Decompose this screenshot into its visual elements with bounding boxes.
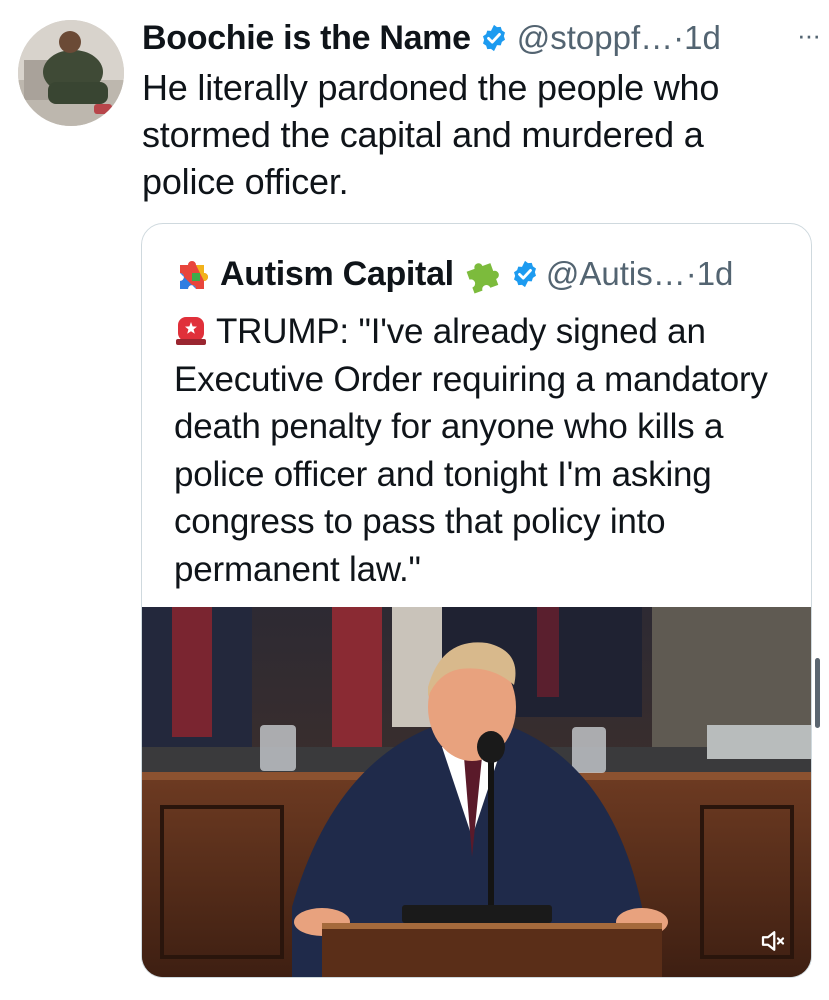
rainbow-puzzle-icon	[174, 255, 212, 293]
tweet-text: He literally pardoned the people who sto…	[142, 67, 720, 202]
timestamp[interactable]: ·1d	[673, 19, 721, 57]
video-frame	[142, 607, 811, 977]
handle[interactable]: @stoppf…	[517, 19, 673, 57]
verified-badge-icon	[510, 259, 540, 289]
more-icon[interactable]: ···	[797, 20, 821, 51]
green-puzzle-icon	[462, 254, 502, 294]
quote-header: Autism Capital @Autis… ·1d	[174, 252, 794, 296]
scrollbar[interactable]	[815, 658, 820, 728]
quote-text-block: TRUMP: "I've already signed an Executive…	[174, 308, 799, 593]
display-name[interactable]: Boochie is the Name	[142, 19, 471, 58]
verified-badge-icon	[479, 23, 509, 53]
tweet-header: Boochie is the Name @stoppf… ·1d ···	[142, 16, 822, 60]
video-player[interactable]	[142, 607, 811, 977]
avatar[interactable]	[18, 20, 124, 126]
quote-display-name[interactable]: Autism Capital	[220, 255, 454, 294]
quote-handle[interactable]: @Autis…	[546, 255, 686, 293]
quote-timestamp[interactable]: ·1d	[686, 255, 734, 293]
quote-text: TRUMP: "I've already signed an Executive…	[174, 312, 768, 589]
quote-tweet-card[interactable]: Autism Capital @Autis… ·1d TRUMP: "I've …	[141, 223, 812, 978]
volume-muted-icon[interactable]	[755, 923, 791, 959]
siren-icon	[174, 312, 208, 346]
